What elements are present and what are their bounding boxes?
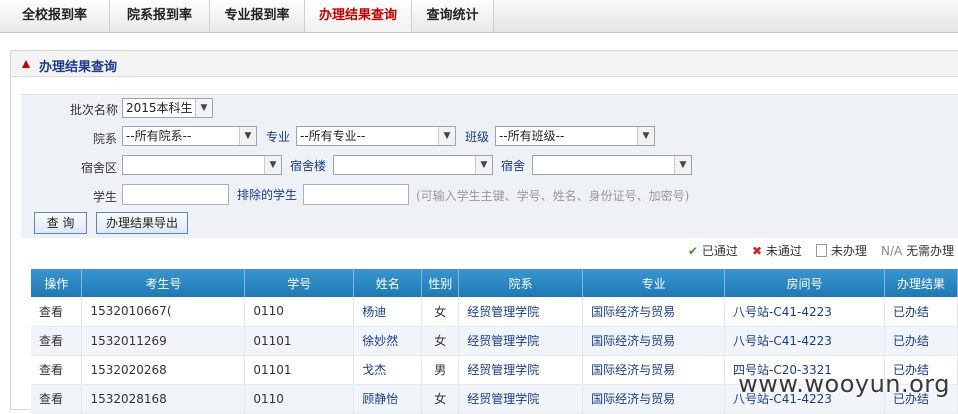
major-select-value: --所有专业-- [300, 129, 365, 143]
empty-box-icon [816, 244, 827, 257]
cell-major: 国际经济与贸易 [583, 297, 725, 326]
dept-select-value: --所有院系-- [126, 129, 191, 143]
cell-exam-no: 1532020268 [82, 355, 245, 384]
tab-school-rate[interactable]: 全校报到率 [0, 0, 110, 32]
cell-exam-no: 1532011269 [82, 326, 245, 355]
legend-pending-label: 未办理 [831, 244, 867, 258]
chevron-down-icon: ▼ [475, 156, 492, 174]
table-row: 查看 1532010667( 0110 杨迪 女 经贸管理学院 国际经济与贸易 … [31, 297, 958, 326]
col-result: 办理结果 [884, 269, 957, 297]
cell-dept: 经贸管理学院 [459, 326, 583, 355]
view-link[interactable]: 查看 [31, 355, 82, 384]
student-input[interactable] [122, 184, 229, 205]
dept-select[interactable]: --所有院系-- ▼ [122, 126, 257, 146]
top-tab-bar: 全校报到率 院系报到率 专业报到率 办理结果查询 查询统计 [0, 0, 958, 33]
panel-header: 办理结果查询 [11, 51, 958, 77]
cell-gender: 女 [422, 384, 459, 413]
col-action: 操作 [31, 269, 82, 297]
cell-room: 八号站-C41-4223 [725, 297, 885, 326]
tab-major-rate[interactable]: 专业报到率 [210, 0, 305, 32]
chevron-down-icon: ▼ [637, 127, 654, 145]
table-header-row: 操作 考生号 学号 姓名 性别 院系 专业 房间号 办理结果 [31, 269, 958, 297]
tab-dept-rate[interactable]: 院系报到率 [110, 0, 210, 32]
cross-icon: ✖ [752, 244, 762, 258]
cell-dept: 经贸管理学院 [459, 297, 583, 326]
tab-query-stats[interactable]: 查询统计 [412, 0, 494, 32]
chevron-down-icon: ▼ [438, 127, 455, 145]
cell-result: 已办结 [884, 326, 957, 355]
batch-label: 批次名称 [70, 101, 118, 118]
export-button[interactable]: 办理结果导出 [96, 212, 188, 234]
input-hint: (可输入学生主键、学号、姓名、身份证号、加密号) [416, 187, 689, 204]
cell-dept: 经贸管理学院 [459, 355, 583, 384]
table-row: 查看 1532011269 01101 徐妙然 女 经贸管理学院 国际经济与贸易… [31, 326, 958, 355]
check-icon: ✔ [688, 244, 698, 258]
major-select[interactable]: --所有专业-- ▼ [296, 126, 456, 146]
class-label: 班级 [465, 128, 489, 145]
chevron-down-icon: ▼ [674, 156, 691, 174]
legend-pending: 未办理 [816, 242, 867, 259]
legend-passed-label: 已通过 [702, 244, 738, 258]
batch-select[interactable]: 2015本科生 ▼ [122, 98, 213, 118]
dorm-select[interactable]: ▼ [532, 155, 692, 175]
cell-result: 已办结 [884, 297, 957, 326]
chevron-down-icon: ▼ [195, 99, 212, 117]
exclude-student-input[interactable] [303, 184, 409, 205]
class-select[interactable]: --所有班级-- ▼ [495, 126, 655, 146]
cell-student-id: 01101 [245, 326, 354, 355]
batch-select-value: 2015本科生 [126, 101, 193, 115]
tab-result-query[interactable]: 办理结果查询 [305, 0, 412, 32]
dept-label: 院系 [93, 130, 117, 147]
view-link[interactable]: 查看 [31, 384, 82, 413]
col-gender: 性别 [422, 269, 459, 297]
cell-major: 国际经济与贸易 [583, 326, 725, 355]
col-dept: 院系 [459, 269, 583, 297]
chevron-down-icon: ▼ [239, 127, 256, 145]
cell-room: 八号站-C41-4223 [725, 326, 885, 355]
legend-na: N/A 无需办理 [881, 242, 954, 259]
view-link[interactable]: 查看 [31, 326, 82, 355]
cell-name: 顾静怡 [354, 384, 422, 413]
cell-student-id: 0110 [245, 297, 354, 326]
dorm-area-select[interactable]: ▼ [122, 155, 282, 175]
class-select-value: --所有班级-- [499, 129, 564, 143]
cell-name: 戈杰 [354, 355, 422, 384]
chevron-down-icon: ▼ [264, 156, 281, 174]
legend-failed: ✖ 未通过 [752, 242, 802, 259]
col-exam-no: 考生号 [82, 269, 245, 297]
cell-gender: 女 [422, 326, 459, 355]
collapse-triangle-icon[interactable] [22, 60, 30, 68]
col-major: 专业 [583, 269, 725, 297]
cell-dept: 经贸管理学院 [459, 384, 583, 413]
legend-failed-label: 未通过 [766, 244, 802, 258]
watermark: www.wooyun.org [738, 370, 950, 398]
exclude-student-label: 排除的学生 [237, 186, 297, 203]
cell-name: 杨迪 [354, 297, 422, 326]
major-label: 专业 [266, 128, 290, 145]
view-link[interactable]: 查看 [31, 297, 82, 326]
legend-passed: ✔ 已通过 [688, 242, 738, 259]
cell-major: 国际经济与贸易 [583, 384, 725, 413]
legend-na-label: 无需办理 [906, 244, 954, 258]
cell-student-id: 01101 [245, 355, 354, 384]
col-name: 姓名 [354, 269, 422, 297]
dorm-label: 宿舍 [501, 157, 525, 174]
dorm-building-label: 宿舍楼 [290, 157, 326, 174]
dorm-building-select[interactable]: ▼ [333, 155, 493, 175]
student-label: 学生 [93, 188, 117, 205]
cell-student-id: 0110 [245, 384, 354, 413]
na-icon: N/A [881, 244, 902, 258]
cell-gender: 男 [422, 355, 459, 384]
cell-name: 徐妙然 [354, 326, 422, 355]
query-button[interactable]: 查 询 [34, 212, 87, 234]
panel-title: 办理结果查询 [39, 56, 117, 75]
cell-exam-no: 1532028168 [82, 384, 245, 413]
col-room: 房间号 [725, 269, 885, 297]
cell-gender: 女 [422, 297, 459, 326]
cell-exam-no: 1532010667( [82, 297, 245, 326]
dorm-area-label: 宿舍区 [81, 159, 117, 176]
col-student-id: 学号 [245, 269, 354, 297]
cell-major: 国际经济与贸易 [583, 355, 725, 384]
